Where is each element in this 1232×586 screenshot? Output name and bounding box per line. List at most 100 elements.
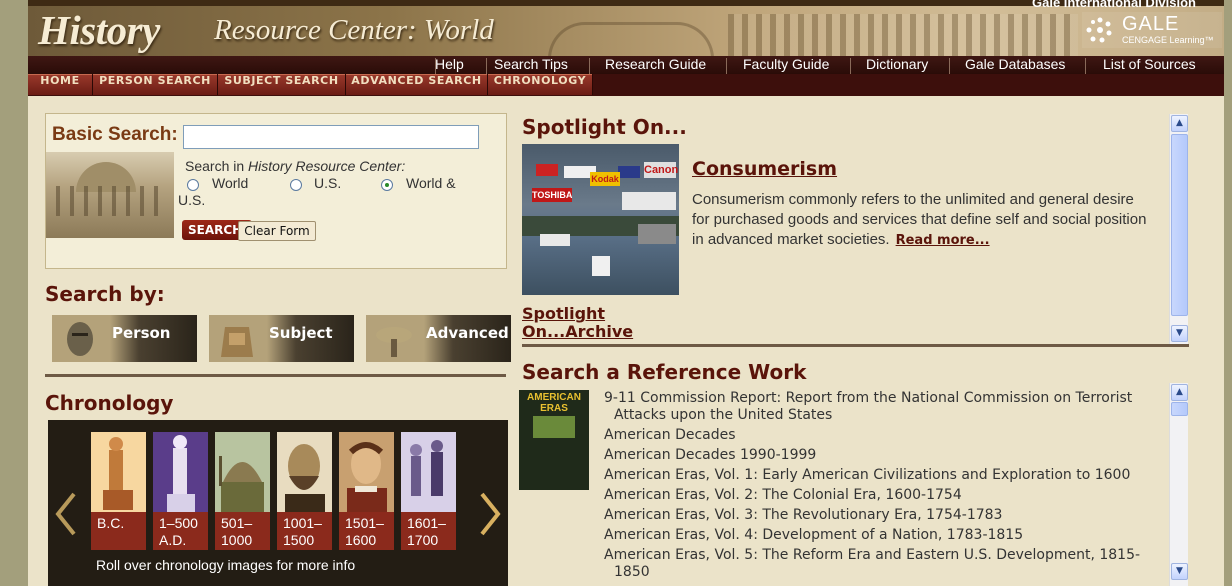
spotlight-title-link[interactable]: Consumerism bbox=[692, 158, 837, 180]
banner-arch-decoration bbox=[548, 22, 714, 56]
chevron-left-icon[interactable] bbox=[54, 492, 76, 536]
scroll-up-arrow-icon[interactable]: ▲ bbox=[1171, 115, 1188, 132]
spotlight-image[interactable]: Canon TOSHIBA Kodak bbox=[522, 144, 679, 295]
basic-search-label: Basic Search: bbox=[52, 124, 178, 145]
spotlight-archive-link[interactable]: Spotlight On...Archive bbox=[522, 305, 633, 341]
scroll-up-arrow-icon[interactable]: ▲ bbox=[1171, 384, 1188, 401]
search-by-advanced-label: Advanced bbox=[426, 324, 509, 342]
chronology-label: 1501–1600 bbox=[339, 512, 394, 550]
search-by-advanced-button[interactable]: Advanced bbox=[366, 315, 511, 362]
site-title-subtitle[interactable]: Resource Center: World bbox=[214, 14, 494, 47]
basic-search-panel: Basic Search: Search in History Resource… bbox=[45, 113, 507, 269]
ferry-boat bbox=[540, 234, 570, 246]
nav-help[interactable]: Help bbox=[435, 56, 472, 74]
spotlight-heading: Spotlight On... bbox=[522, 115, 687, 139]
ferry-boat bbox=[592, 256, 610, 276]
reference-item[interactable]: American Eras, Vol. 4: Development of a … bbox=[604, 527, 1164, 544]
chevron-right-icon[interactable] bbox=[480, 492, 502, 536]
basic-search-image bbox=[46, 152, 174, 238]
spotlight-scrollbar[interactable]: ▲ ▼ bbox=[1169, 114, 1188, 344]
spotlight-description: Consumerism commonly refers to the unlim… bbox=[692, 190, 1152, 250]
section-divider bbox=[522, 344, 1189, 347]
gale-logo[interactable]: GALE CENGAGE Learning™ bbox=[1082, 12, 1222, 48]
division-label: Gale International Division bbox=[1032, 0, 1196, 10]
reference-item[interactable]: American Eras, Vol. 1: Early American Ci… bbox=[604, 467, 1164, 484]
nav-separator bbox=[850, 58, 851, 74]
billboard bbox=[622, 192, 676, 210]
chronology-label: 1–500 A.D. bbox=[153, 512, 208, 550]
chronology-item-bc[interactable]: B.C. bbox=[91, 432, 146, 550]
scroll-down-arrow-icon[interactable]: ▼ bbox=[1171, 325, 1188, 342]
sphinx-icon bbox=[221, 327, 253, 357]
tab-chronology[interactable]: CHRONOLOGY bbox=[488, 74, 593, 95]
cover-artwork bbox=[533, 416, 575, 438]
satellite-dish-icon bbox=[376, 327, 412, 357]
tab-advanced-search[interactable]: ADVANCED SEARCH bbox=[346, 74, 488, 95]
gale-subtitle: CENGAGE Learning™ bbox=[1122, 35, 1214, 45]
chronology-label: 1001–1500 bbox=[277, 512, 332, 550]
scroll-thumb[interactable] bbox=[1171, 134, 1188, 316]
reference-heading: Search a Reference Work bbox=[522, 360, 807, 384]
nav-help-label: Help bbox=[435, 56, 464, 72]
reference-item[interactable]: American Eras, Vol. 5: The Reform Era an… bbox=[604, 547, 1164, 581]
reference-item[interactable]: American Decades bbox=[604, 427, 1164, 444]
chronology-label: B.C. bbox=[91, 512, 146, 550]
search-by-subject-button[interactable]: Subject bbox=[209, 315, 354, 362]
tab-subject-search[interactable]: SUBJECT SEARCH bbox=[218, 74, 346, 95]
nav-search-tips[interactable]: Search Tips bbox=[494, 56, 576, 74]
spotlight-archive-line1: Spotlight bbox=[522, 304, 606, 323]
search-input[interactable] bbox=[183, 125, 479, 149]
chronology-item-1601-1700[interactable]: 1601–1700 bbox=[401, 432, 456, 550]
search-by-person-button[interactable]: Person bbox=[52, 315, 197, 362]
reference-item[interactable]: American Decades 1990-1999 bbox=[604, 447, 1164, 464]
reference-list: 9-11 Commission Report: Report from the … bbox=[604, 390, 1164, 586]
billboard-canon: Canon bbox=[644, 162, 679, 178]
scroll-down-arrow-icon[interactable]: ▼ bbox=[1171, 563, 1188, 580]
chronology-item-501-1000[interactable]: 501–1000 bbox=[215, 432, 270, 550]
reference-item[interactable]: 9-11 Commission Report: Report from the … bbox=[604, 390, 1164, 424]
reference-scrollbar[interactable]: ▲ ▼ bbox=[1169, 383, 1188, 586]
cover-title: AMERICAN ERAS bbox=[527, 392, 581, 414]
pilgrims-engraving-icon bbox=[401, 432, 456, 512]
tab-person-search[interactable]: PERSON SEARCH bbox=[93, 74, 218, 95]
chronology-item-1001-1500[interactable]: 1001–1500 bbox=[277, 432, 332, 550]
nav-separator bbox=[486, 58, 487, 74]
gale-wordmark: GALE bbox=[1122, 13, 1180, 35]
banner-city-image bbox=[728, 14, 1078, 56]
billboard bbox=[536, 164, 558, 176]
search-in-name: History Resource Center: bbox=[248, 158, 406, 174]
nav-research-guide[interactable]: Research Guide bbox=[605, 56, 714, 74]
spotlight-archive-line2: On...Archive bbox=[522, 322, 634, 341]
page: Gale International Division History Reso… bbox=[28, 0, 1224, 586]
site-title-history[interactable]: History bbox=[38, 6, 160, 54]
scroll-thumb[interactable] bbox=[1171, 402, 1188, 416]
chronology-label: 501–1000 bbox=[215, 512, 270, 550]
nav-separator bbox=[949, 58, 950, 74]
chronology-heading: Chronology bbox=[45, 391, 174, 415]
clear-form-button[interactable]: Clear Form bbox=[238, 221, 316, 241]
nav-separator bbox=[1085, 58, 1086, 74]
search-in-label: Search in History Resource Center: bbox=[185, 158, 405, 174]
reference-cover-image[interactable]: AMERICAN ERAS bbox=[519, 390, 589, 490]
billboard-kodak: Kodak bbox=[590, 172, 620, 186]
utility-nav: Help Search Tips Research Guide Faculty … bbox=[28, 56, 1224, 74]
reference-item[interactable]: American Eras, Vol. 3: The Revolutionary… bbox=[604, 507, 1164, 524]
nav-list-of-sources[interactable]: List of Sources bbox=[1103, 56, 1204, 74]
billboard-toshiba: TOSHIBA bbox=[532, 188, 573, 202]
image-arches bbox=[56, 186, 166, 216]
roman-statue-icon bbox=[153, 432, 208, 512]
read-more-link[interactable]: Read more... bbox=[896, 233, 990, 248]
chronology-label: 1601–1700 bbox=[401, 512, 456, 550]
ferry-boat bbox=[638, 224, 676, 244]
search-by-heading: Search by: bbox=[45, 282, 165, 306]
person-face-icon bbox=[67, 322, 93, 356]
nav-dictionary[interactable]: Dictionary bbox=[866, 56, 936, 74]
chronology-item-1501-1600[interactable]: 1501–1600 bbox=[339, 432, 394, 550]
chronology-item-1-500[interactable]: 1–500 A.D. bbox=[153, 432, 208, 550]
nav-faculty-guide[interactable]: Faculty Guide bbox=[743, 56, 837, 74]
chronology-hint: Roll over chronology images for more inf… bbox=[96, 557, 356, 573]
reference-item[interactable]: American Eras, Vol. 2: The Colonial Era,… bbox=[604, 487, 1164, 504]
nav-gale-databases[interactable]: Gale Databases bbox=[965, 56, 1073, 74]
bearded-portrait-icon bbox=[277, 432, 332, 512]
tab-home[interactable]: HOME bbox=[28, 74, 93, 95]
